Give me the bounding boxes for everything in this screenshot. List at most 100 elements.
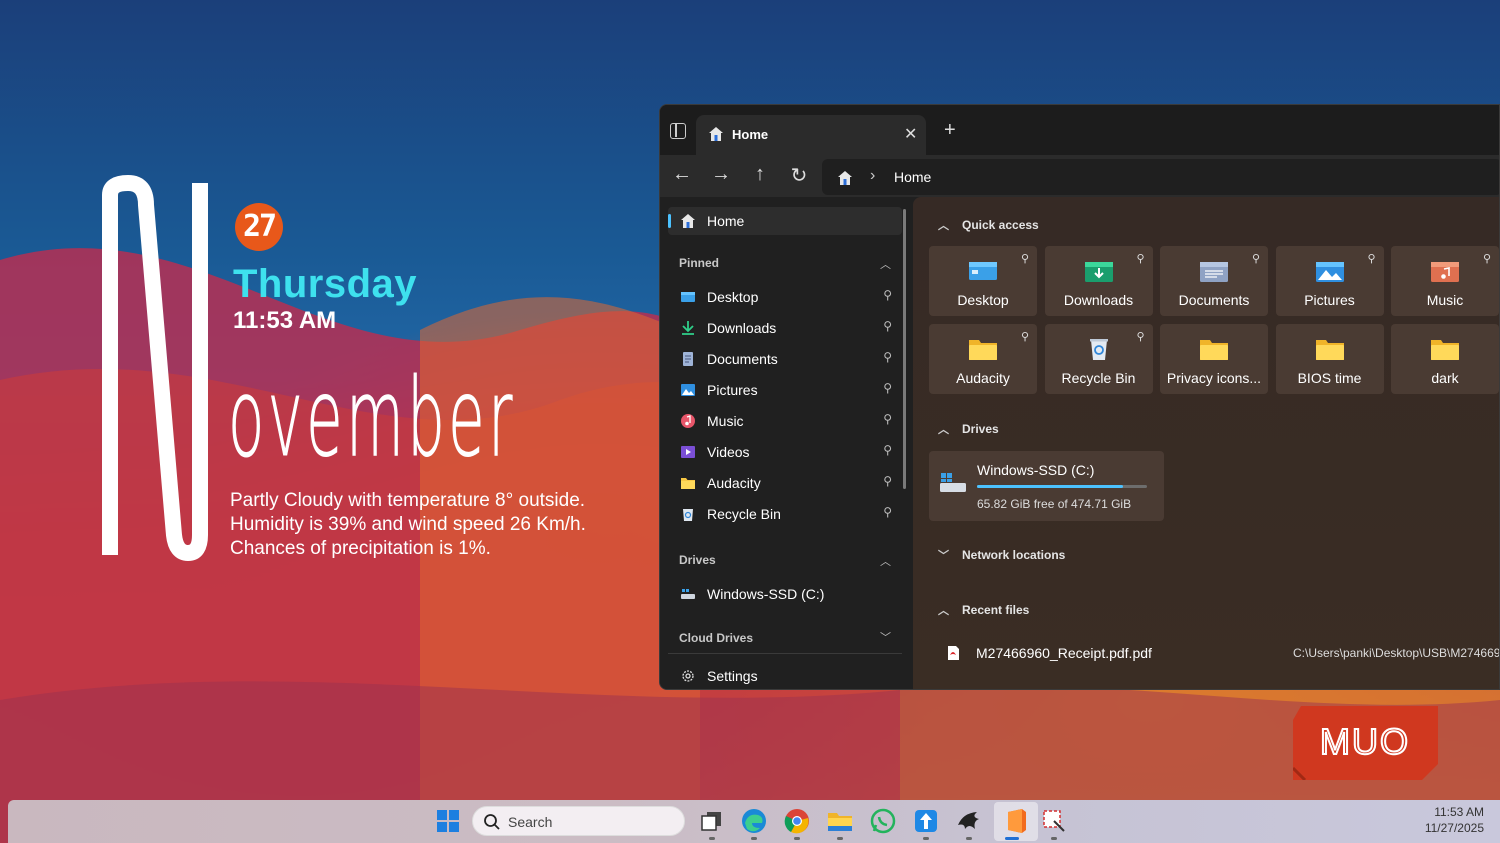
start-icon[interactable] [434, 807, 462, 835]
sidebar-item-audacity[interactable]: Audacity ⚲ [668, 469, 902, 497]
close-tab-icon[interactable]: ✕ [904, 124, 917, 144]
svg-text:MUO: MUO [1320, 721, 1410, 762]
task-view-icon[interactable] [698, 807, 726, 835]
quick-access-tile-audacity[interactable]: Audacity ⚲ [929, 324, 1037, 394]
quick-access-tile-privacy-icons[interactable]: Privacy icons... [1160, 324, 1268, 394]
chrome-icon[interactable] [783, 807, 811, 835]
quick-access-tile-desktop[interactable]: Desktop ⚲ [929, 246, 1037, 316]
quick-access-tile-recycle-bin[interactable]: Recycle Bin ⚲ [1044, 324, 1153, 394]
file-explorer-icon[interactable] [826, 807, 854, 835]
pin-icon[interactable]: ⚲ [883, 288, 892, 302]
office-icon[interactable] [1002, 807, 1030, 835]
quick-access-tile-downloads[interactable]: Downloads ⚲ [1044, 246, 1153, 316]
sidebar-item-label: Recycle Bin [707, 506, 781, 522]
whatsapp-icon[interactable] [869, 807, 897, 835]
desktop-icon [969, 262, 997, 280]
chevron-up-icon[interactable]: ︿ [880, 553, 891, 569]
pin-icon[interactable]: ⚲ [1252, 252, 1260, 265]
running-indicator [709, 837, 715, 840]
tab-home[interactable]: Home ✕ [696, 115, 926, 155]
folder-icon [681, 478, 695, 489]
recent-file-row[interactable]: M27466960_Receipt.pdf.pdf C:\Users\panki… [943, 643, 1499, 663]
taskbar: Search 11:53 AM 11/27/2025 [8, 800, 1500, 843]
pin-icon[interactable]: ⚲ [883, 443, 892, 457]
pin-icon[interactable]: ⚲ [1367, 252, 1375, 265]
section-title: Network locations [962, 548, 1066, 562]
scrollbar[interactable] [903, 209, 906, 489]
sidebar-item-windows-ssd[interactable]: Windows-SSD (C:) [668, 580, 902, 608]
home-icon [838, 171, 852, 185]
sidebar-item-label: Home [707, 213, 745, 229]
up-icon[interactable]: ↑ [748, 163, 772, 186]
calendar-widget: 27 Thursday 11:53 AM ovember Partly Clou… [100, 175, 586, 575]
taskbar-search[interactable]: Search [472, 806, 685, 836]
pin-icon[interactable]: ⚲ [1021, 252, 1029, 265]
quick-access-tile-pictures[interactable]: Pictures ⚲ [1275, 246, 1384, 316]
recent-files-header[interactable]: ︿ Recent files [938, 602, 1029, 618]
sidebar-item-documents[interactable]: Documents ⚲ [668, 345, 902, 373]
breadcrumb[interactable]: Home [894, 169, 931, 185]
cloud-drives-header[interactable]: Cloud Drives [679, 631, 753, 645]
terminal-icon[interactable] [955, 807, 983, 835]
quick-access-tile-bios-time[interactable]: BIOS time [1275, 324, 1384, 394]
quick-access-tile-documents[interactable]: Documents ⚲ [1160, 246, 1268, 316]
folder-icon [1431, 340, 1459, 360]
pin-icon[interactable]: ⚲ [1483, 252, 1491, 265]
pinned-header[interactable]: Pinned [679, 256, 719, 270]
back-icon[interactable]: ← [670, 163, 694, 186]
network-locations-header[interactable]: ﹀ Network locations [938, 547, 1065, 563]
sidebar-item-label: Audacity [707, 475, 761, 491]
sidebar-item-downloads[interactable]: Downloads ⚲ [668, 314, 902, 342]
tile-label: Desktop [957, 292, 1009, 308]
pin-icon[interactable]: ⚲ [883, 350, 892, 364]
running-indicator [751, 837, 757, 840]
sidebar-item-label: Windows-SSD (C:) [707, 586, 825, 602]
pin-icon[interactable]: ⚲ [883, 474, 892, 488]
pin-icon[interactable]: ⚲ [883, 319, 892, 333]
new-tab-button[interactable]: + [944, 119, 956, 142]
sidebar-item-settings[interactable]: Settings [668, 662, 902, 689]
app-icon[interactable] [912, 807, 940, 835]
sidebar-item-videos[interactable]: Videos ⚲ [668, 438, 902, 466]
chevron-up-icon: ︿ [938, 424, 949, 436]
drive-tile-windows-ssd[interactable]: Windows-SSD (C:) 65.82 GiB free of 474.7… [929, 451, 1164, 521]
pin-icon[interactable]: ⚲ [1136, 252, 1144, 265]
chevron-down-icon[interactable]: ﹀ [880, 629, 891, 645]
snipping-tool-icon[interactable] [1040, 807, 1068, 835]
forward-icon[interactable]: → [709, 163, 733, 186]
tile-label: Recycle Bin [1061, 370, 1136, 386]
section-title: Drives [962, 422, 999, 436]
edge-icon[interactable] [740, 807, 768, 835]
address-bar[interactable]: › Home [822, 159, 1499, 195]
recycle-bin-icon [683, 509, 693, 521]
search-icon [484, 814, 500, 830]
system-clock[interactable]: 11:53 AM 11/27/2025 [1425, 804, 1484, 836]
weather-line: Partly Cloudy with temperature 8° outsid… [230, 490, 586, 511]
sidebar-item-label: Pictures [707, 382, 758, 398]
quick-access-tile-dark[interactable]: dark [1391, 324, 1499, 394]
pin-icon[interactable]: ⚲ [883, 381, 892, 395]
home-icon [681, 214, 695, 228]
drives-header[interactable]: Drives [679, 553, 716, 567]
sidebar-item-label: Videos [707, 444, 750, 460]
sidebar-item-pictures[interactable]: Pictures ⚲ [668, 376, 902, 404]
quick-access-tile-music[interactable]: Music ⚲ [1391, 246, 1499, 316]
sidebar-item-desktop[interactable]: Desktop ⚲ [668, 283, 902, 311]
drives-section-header[interactable]: ︿ Drives [938, 421, 999, 437]
pin-icon[interactable]: ⚲ [883, 505, 892, 519]
tab-title: Home [732, 127, 769, 142]
refresh-icon[interactable]: ↻ [787, 163, 811, 188]
sidebar-item-home[interactable]: Home [668, 207, 902, 235]
sidebar-toggle-icon[interactable] [670, 123, 686, 139]
sidebar-item-recycle-bin[interactable]: Recycle Bin ⚲ [668, 500, 902, 528]
pin-icon[interactable]: ⚲ [883, 412, 892, 426]
recent-file-name: M27466960_Receipt.pdf.pdf [976, 645, 1152, 661]
tile-label: Privacy icons... [1166, 370, 1262, 386]
pin-icon[interactable]: ⚲ [1136, 330, 1144, 343]
quick-access-header[interactable]: ︿ Quick access [938, 217, 1039, 233]
chevron-up-icon: ︿ [938, 605, 949, 617]
tile-label: BIOS time [1297, 370, 1362, 386]
chevron-up-icon[interactable]: ︿ [880, 256, 891, 272]
pin-icon[interactable]: ⚲ [1021, 330, 1029, 343]
sidebar-item-music[interactable]: Music ⚲ [668, 407, 902, 435]
